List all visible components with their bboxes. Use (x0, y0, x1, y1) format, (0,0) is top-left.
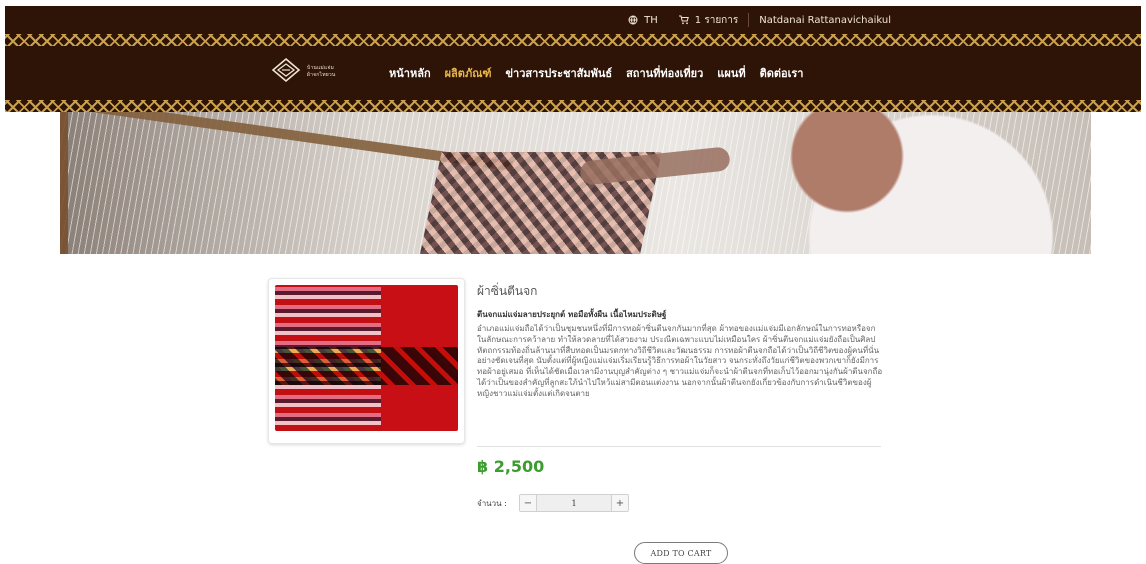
nav-item-contact[interactable]: ติดต่อเรา (760, 64, 804, 82)
diamond-logo-icon (271, 56, 301, 88)
add-to-cart-button[interactable]: ADD TO CART (634, 542, 728, 564)
cart-link[interactable]: 1 รายการ (668, 6, 748, 34)
logo-text: บ้านแม่แจ่ม ผ้าจกไทยวน (307, 65, 335, 79)
nav-item-news[interactable]: ข่าวสารประชาสัมพันธ์ (506, 64, 613, 82)
quantity-input[interactable] (537, 495, 611, 511)
primary-navigation: หน้าหลัก ผลิตภัณฑ์ ข่าวสารประชาสัมพันธ์ … (389, 46, 817, 100)
quantity-stepper: − + (519, 494, 629, 512)
product-image[interactable] (275, 285, 458, 431)
product-title: ผ้าซิ่นตีนจก (477, 284, 538, 298)
product-subtitle: ตีนจกแม่แจ่มลายประยุกต์ ทอมือทั้งผืน เนื… (477, 310, 667, 319)
nav-item-home[interactable]: หน้าหลัก (389, 64, 431, 82)
nav-item-products[interactable]: ผลิตภัณฑ์ (445, 64, 492, 82)
cart-label: 1 รายการ (694, 14, 739, 26)
logo-line-1: บ้านแม่แจ่ม (307, 65, 334, 71)
page: TH 1 รายการ Natdanai Rattanavichaikul บ้… (0, 0, 1146, 564)
language-label: TH (644, 14, 658, 26)
globe-icon (628, 15, 638, 25)
user-menu[interactable]: Natdanai Rattanavichaikul (749, 6, 901, 34)
site-logo[interactable]: บ้านแม่แจ่ม ผ้าจกไทยวน (271, 55, 376, 89)
loom-beam (60, 112, 68, 254)
increase-quantity-button[interactable]: + (611, 495, 628, 511)
logo-line-2: ผ้าจกไทยวน (307, 72, 336, 78)
product-price: ฿ 2,500 (477, 457, 545, 476)
decorative-pattern-bottom (5, 100, 1141, 112)
weaver-figure (700, 112, 1091, 254)
nav-item-map[interactable]: แผนที่ (717, 64, 745, 82)
hero-banner-image (60, 112, 1091, 254)
product-details: ผ้าซิ่นตีนจก ตีนจกแม่แจ่มลายประยุกต์ ทอม… (477, 282, 883, 400)
cart-icon (678, 15, 689, 25)
product-image-card (268, 278, 465, 444)
decrease-quantity-button[interactable]: − (520, 495, 537, 511)
quantity-row: จำนวน : − + (477, 491, 629, 515)
nav-item-attractions[interactable]: สถานที่ท่องเที่ยว (626, 64, 703, 82)
main-navbar: บ้านแม่แจ่ม ผ้าจกไทยวน หน้าหลัก ผลิตภัณฑ… (5, 46, 1141, 100)
product-description: อำเภอแม่แจ่มถือได้ว่าเป็นชุมชนหนึ่งที่มี… (477, 324, 883, 398)
top-bar: TH 1 รายการ Natdanai Rattanavichaikul (5, 6, 1141, 34)
quantity-label: จำนวน : (477, 498, 507, 508)
details-divider (477, 446, 881, 447)
decorative-pattern-top (5, 34, 1141, 46)
language-selector[interactable]: TH (618, 6, 668, 34)
user-name: Natdanai Rattanavichaikul (759, 14, 891, 26)
